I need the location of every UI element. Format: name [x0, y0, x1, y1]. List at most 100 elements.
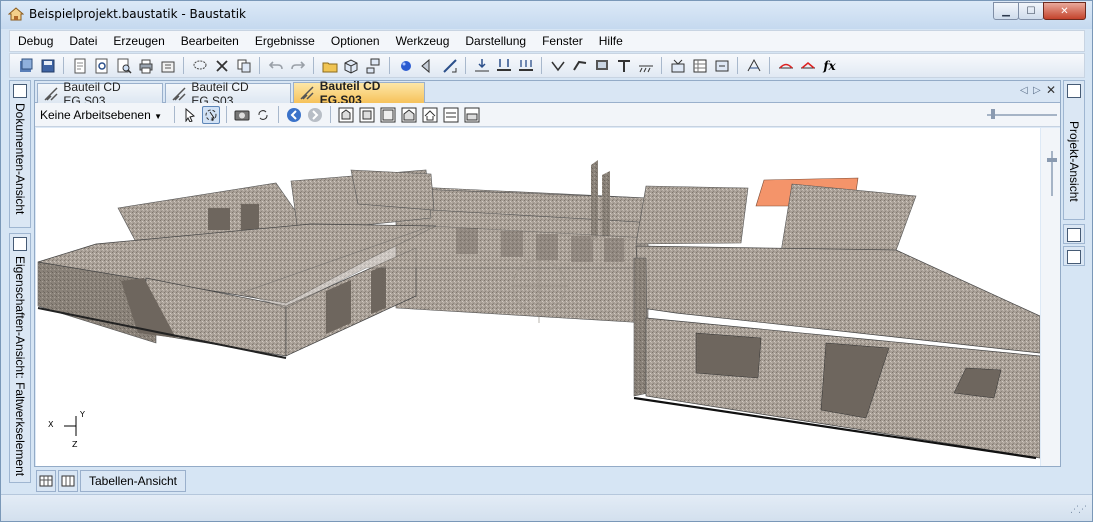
- title-bar[interactable]: Beispielprojekt.baustatik - Baustatik ▁ …: [1, 1, 1092, 29]
- bottom-toolbar-button-1[interactable]: [36, 470, 56, 492]
- vertical-zoom-handle[interactable]: [1047, 158, 1057, 162]
- front-view-icon: [359, 107, 375, 122]
- status-bar: ⋰⋰: [1, 494, 1092, 521]
- tab-scroll-right-icon[interactable]: ▷: [1033, 85, 1041, 96]
- moment-line-button[interactable]: [776, 56, 795, 75]
- axis-y-label: Y: [80, 410, 85, 419]
- workplane-combo[interactable]: Keine Arbeitsebenen ▼: [40, 108, 168, 122]
- doc-tab-3[interactable]: Bauteil CD EG.S03: [293, 79, 425, 107]
- view-section-button[interactable]: [463, 106, 481, 124]
- menu-fenster[interactable]: Fenster: [534, 31, 591, 51]
- structure-icon: [44, 86, 58, 101]
- view-house-button[interactable]: [421, 106, 439, 124]
- menu-erzeugen[interactable]: Erzeugen: [105, 31, 172, 51]
- project-view-icon: [1067, 84, 1081, 98]
- network-button[interactable]: [364, 56, 383, 75]
- zoom-slider-handle[interactable]: [991, 109, 995, 119]
- model-cube-button[interactable]: [342, 56, 361, 75]
- truss-button[interactable]: [570, 56, 589, 75]
- refresh-button[interactable]: [254, 106, 272, 124]
- menu-ergebnisse[interactable]: Ergebnisse: [247, 31, 323, 51]
- redo-button[interactable]: [288, 56, 307, 75]
- properties-view-tab[interactable]: Eigenschaften-Ansicht: Faltwerkselement: [9, 233, 31, 483]
- back-button[interactable]: [285, 106, 303, 124]
- lasso-button[interactable]: [190, 56, 209, 75]
- select-button[interactable]: [181, 106, 199, 124]
- zoom-page-button[interactable]: [114, 56, 133, 75]
- view-side-button[interactable]: [400, 106, 418, 124]
- menu-werkzeug[interactable]: Werkzeug: [388, 31, 458, 51]
- resize-grip-icon[interactable]: ⋰⋰: [1070, 505, 1087, 515]
- checkbox-panel-button[interactable]: [1063, 224, 1085, 244]
- sphere-button[interactable]: [396, 56, 415, 75]
- bottom-toolbar-button-2[interactable]: [58, 470, 78, 492]
- menu-optionen[interactable]: Optionen: [323, 31, 388, 51]
- column-button[interactable]: [614, 56, 633, 75]
- load-case-button[interactable]: [494, 56, 513, 75]
- project-view-tab[interactable]: Projekt-Ansicht: [1063, 80, 1085, 220]
- menu-bearbeiten[interactable]: Bearbeiten: [173, 31, 247, 51]
- forward-button[interactable]: [306, 106, 324, 124]
- menu-darstellung[interactable]: Darstellung: [457, 31, 534, 51]
- view-iso-button[interactable]: [337, 106, 355, 124]
- close-tab-icon[interactable]: ✕: [1046, 83, 1056, 97]
- result-button[interactable]: [668, 56, 687, 75]
- measure-button[interactable]: [440, 56, 459, 75]
- doc-tab-2[interactable]: Bauteil CD EG.S03: [165, 80, 291, 108]
- print-button[interactable]: [136, 56, 155, 75]
- 3d-viewport[interactable]: Y X Z: [36, 128, 1040, 466]
- minimize-button[interactable]: ▁: [993, 2, 1019, 20]
- delete-button[interactable]: [212, 56, 231, 75]
- network-icon: [366, 58, 379, 73]
- result-export-button[interactable]: [712, 56, 731, 75]
- print-preview-button[interactable]: [92, 56, 111, 75]
- menu-bar: Debug Datei Erzeugen Bearbeiten Ergebnis…: [9, 30, 1085, 52]
- save-button[interactable]: [38, 56, 57, 75]
- result-table-button[interactable]: [690, 56, 709, 75]
- structure-icon: [300, 86, 314, 100]
- view-toolbar: Keine Arbeitsebenen ▼: [35, 103, 1060, 127]
- panel-toggle-icon: [1067, 250, 1081, 264]
- toolbar-separator: [330, 106, 332, 123]
- menu-datei[interactable]: Datei: [61, 31, 105, 51]
- support-button[interactable]: [636, 56, 655, 75]
- left-side-panel: Dokumenten-Ansicht Eigenschaften-Ansicht…: [9, 80, 32, 492]
- page-button[interactable]: [70, 56, 89, 75]
- view-left-button[interactable]: [418, 56, 437, 75]
- deformation-icon: [747, 58, 760, 71]
- new-project-button[interactable]: [16, 56, 35, 75]
- view-top-button[interactable]: [379, 106, 397, 124]
- open-folder-button[interactable]: [320, 56, 339, 75]
- formula-button[interactable]: fx: [820, 56, 839, 75]
- plate-button[interactable]: [592, 56, 611, 75]
- doc-tab-1[interactable]: Bauteil CD EG.S03: [37, 80, 163, 108]
- menu-debug[interactable]: Debug: [10, 31, 61, 51]
- axis-z-label: Z: [72, 440, 78, 449]
- copy-button[interactable]: [234, 56, 253, 75]
- formula-icon: fx: [823, 58, 836, 73]
- shear-line-button[interactable]: [798, 56, 817, 75]
- rotate-view-button[interactable]: [202, 105, 221, 124]
- view-bottom-button[interactable]: [442, 106, 460, 124]
- view-front-button[interactable]: [358, 106, 376, 124]
- measure-icon: [442, 58, 457, 73]
- bottom-tab-bar: Tabellen-Ansicht: [34, 470, 1061, 492]
- section-view-icon: [464, 107, 480, 122]
- close-button[interactable]: ✕: [1043, 2, 1086, 20]
- undo-button[interactable]: [266, 56, 285, 75]
- menu-hilfe[interactable]: Hilfe: [591, 31, 631, 51]
- deformation-button[interactable]: [744, 56, 763, 75]
- house-view-icon: [422, 107, 438, 122]
- panel-toggle-button[interactable]: [1063, 246, 1085, 266]
- tab-scroll-left-icon[interactable]: ◁: [1020, 85, 1028, 96]
- toolbar-separator: [183, 57, 184, 74]
- camera-button[interactable]: [233, 106, 251, 124]
- load-button[interactable]: [472, 56, 491, 75]
- export-button[interactable]: [158, 56, 177, 75]
- maximize-button[interactable]: ☐: [1018, 2, 1044, 20]
- beam-button[interactable]: [548, 56, 567, 75]
- document-view-tab[interactable]: Dokumenten-Ansicht: [9, 80, 31, 228]
- load-combo-button[interactable]: [516, 56, 535, 75]
- moment-line-icon: [778, 63, 793, 69]
- table-view-tab[interactable]: Tabellen-Ansicht: [80, 470, 186, 492]
